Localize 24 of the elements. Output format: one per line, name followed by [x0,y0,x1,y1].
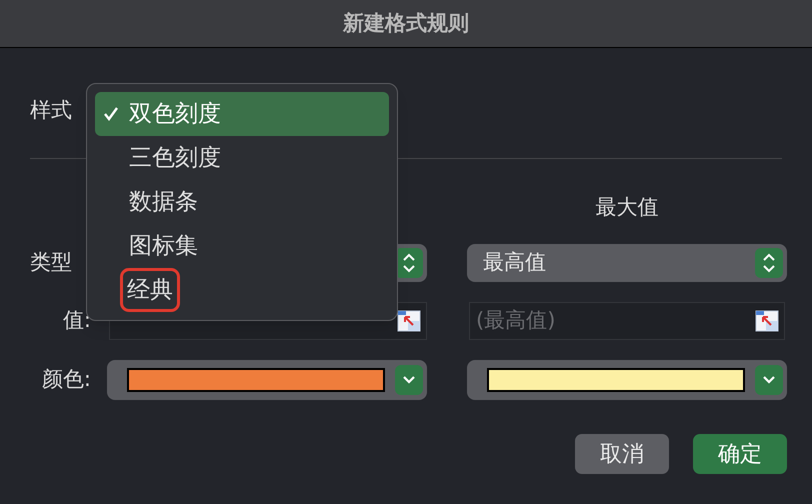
window-title: 新建格式规则 [343,10,469,37]
field-label: 样式 [30,96,72,124]
menu-item[interactable]: 经典 [95,268,389,312]
color-select[interactable] [467,360,787,400]
menu-item[interactable]: 三色刻度 [95,136,389,180]
value-field[interactable]: (最高值) [469,302,785,340]
field-label: 类型 [30,248,73,276]
menu-item[interactable]: 数据条 [95,180,389,224]
column-header: 最大值 [594,194,660,221]
menu-item[interactable]: 双色刻度 [95,92,389,136]
type-select[interactable]: 最高值 [467,244,787,282]
chevron-down-icon [402,374,416,384]
chevron-down-icon [762,374,776,384]
ok-button[interactable]: 确定 [693,434,787,474]
cell-picker-icon[interactable] [754,308,780,334]
stepper-icon [402,252,416,272]
stepper-icon [762,252,776,272]
cancel-button[interactable]: 取消 [575,434,669,474]
cell-picker-icon[interactable] [396,308,422,334]
color-select[interactable] [107,360,427,400]
field-label: 颜色: [40,366,92,393]
checkmark-icon [103,106,119,122]
menu-item[interactable]: 图标集 [95,224,389,268]
field-label: 值: [62,306,92,334]
